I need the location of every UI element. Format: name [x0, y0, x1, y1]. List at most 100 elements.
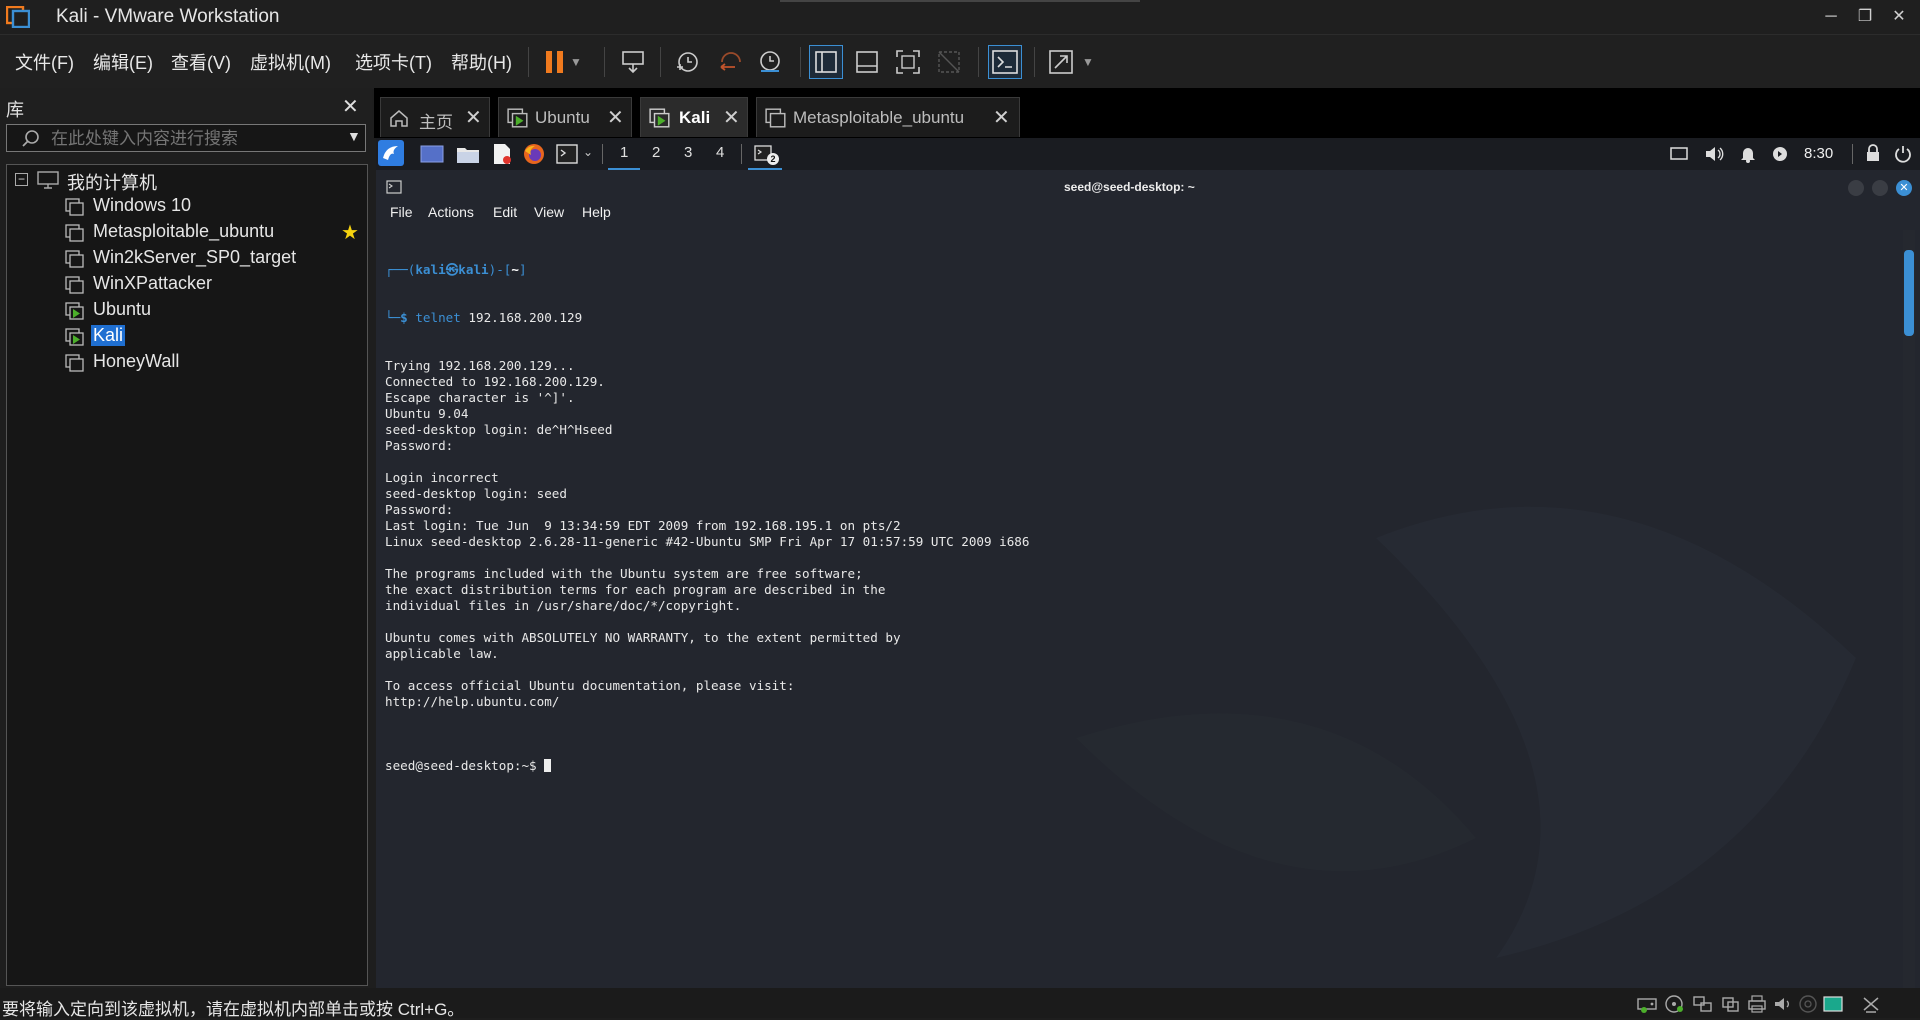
tab-label: Metasploitable_ubuntu: [793, 108, 965, 127]
terminal-menu-view[interactable]: View: [534, 204, 564, 220]
show-library-button[interactable]: [809, 45, 843, 79]
revert-snapshot-button[interactable]: [713, 45, 747, 79]
toolbar-separator: [1034, 47, 1035, 77]
tab-metasploitable[interactable]: Metasploitable_ubuntu ✕: [756, 97, 1020, 137]
terminal-close-button[interactable]: ✕: [1896, 180, 1912, 196]
power-manager-icon[interactable]: [1772, 146, 1788, 162]
power-dropdown-button[interactable]: ▼: [566, 45, 586, 79]
snapshot-manager-button[interactable]: [753, 45, 787, 79]
terminal-line: the exact distribution terms for each pr…: [385, 582, 886, 597]
clock-snapshot-icon: [677, 52, 698, 72]
workspace-2[interactable]: 2: [640, 138, 672, 170]
menu-edit[interactable]: 编辑(E): [93, 49, 153, 75]
lock-screen-icon[interactable]: [1865, 144, 1881, 162]
prompt-line-1: ┌──(kali㉿kali)-[~]: [385, 262, 527, 277]
toolbar-separator: [604, 47, 605, 77]
terminal-menu-file[interactable]: File: [390, 204, 413, 220]
collapse-toggle-icon[interactable]: −: [15, 173, 28, 186]
menu-view[interactable]: 查看(V): [171, 49, 231, 75]
menu-file[interactable]: 文件(F): [15, 49, 74, 75]
usb-device-icon[interactable]: [1720, 994, 1742, 1014]
terminal-maximize-button[interactable]: [1872, 180, 1888, 196]
sound-card-icon[interactable]: [1772, 994, 1794, 1014]
library-close-button[interactable]: ✕: [342, 94, 359, 119]
snapshot-button[interactable]: [670, 45, 704, 79]
tab-close-icon[interactable]: ✕: [465, 105, 482, 130]
bottom-panel-icon: [856, 51, 878, 73]
show-thumbnail-bar-button[interactable]: [850, 45, 884, 79]
display-status-icon[interactable]: [1822, 994, 1844, 1014]
terminal-line: Password:: [385, 502, 454, 517]
workspace-3[interactable]: 3: [672, 138, 704, 170]
text-editor-icon[interactable]: [491, 143, 513, 165]
panel-separator: [741, 144, 742, 164]
close-window-button[interactable]: ✕: [1876, 4, 1920, 30]
terminal-line: Last login: Tue Jun 9 13:34:59 EDT 2009 …: [385, 518, 901, 533]
workspace-1[interactable]: 1: [608, 138, 640, 170]
panel-clock[interactable]: 8:30: [1804, 145, 1833, 162]
search-dropdown-icon[interactable]: ▼: [347, 128, 361, 144]
sidebar-layout-icon: [815, 51, 837, 73]
stretch-guest-button[interactable]: [1044, 45, 1078, 79]
menu-toolbar: 文件(F) 编辑(E) 查看(V) 虚拟机(M) 选项卡(T) 帮助(H) ▼ …: [0, 34, 1920, 89]
printer-icon[interactable]: [1746, 994, 1768, 1014]
cd-dvd-icon[interactable]: [1664, 994, 1686, 1014]
volume-icon[interactable]: [1704, 145, 1724, 163]
vm-label: WinXPattacker: [93, 273, 213, 293]
hard-disk-icon[interactable]: [1636, 994, 1658, 1014]
terminal-menu-help[interactable]: Help: [582, 204, 611, 220]
network-adapter-icon[interactable]: [1692, 994, 1714, 1014]
keyboard-send-icon: [622, 51, 644, 74]
tab-close-icon[interactable]: ✕: [993, 105, 1010, 130]
console-view-button[interactable]: [988, 45, 1022, 79]
terminal-menu-actions[interactable]: Actions: [428, 204, 474, 220]
terminal-line: Connected to 192.168.200.129.: [385, 374, 605, 389]
prompt-user: kali: [415, 262, 446, 277]
terminal-output[interactable]: ┌──(kali㉿kali)-[~] └─$ telnet 192.168.20…: [385, 230, 1885, 790]
unity-button[interactable]: [932, 45, 966, 79]
tab-close-icon[interactable]: ✕: [723, 105, 740, 130]
file-manager-icon[interactable]: [456, 144, 480, 164]
workspace-4[interactable]: 4: [704, 138, 736, 170]
terminal-scrollbar-thumb[interactable]: [1904, 250, 1914, 336]
library-search-box[interactable]: ▼: [6, 124, 366, 152]
prompt-line-2: └─$ telnet 192.168.200.129: [385, 310, 583, 325]
tab-kali-active[interactable]: Kali ✕: [640, 97, 748, 137]
tab-close-icon[interactable]: ✕: [607, 105, 624, 130]
disconnect-icon[interactable]: [1860, 994, 1882, 1014]
vm-running-icon: [649, 108, 670, 128]
launcher-dropdown-icon[interactable]: ⌄: [583, 145, 593, 159]
notification-bell-icon[interactable]: [1740, 145, 1756, 163]
tab-home[interactable]: 主页 ✕: [380, 97, 490, 137]
library-header: [0, 88, 372, 120]
kali-menu-button[interactable]: [378, 140, 404, 166]
minimize-icon: ─: [1825, 8, 1837, 25]
menu-vm[interactable]: 虚拟机(M): [250, 49, 331, 75]
show-desktop-icon[interactable]: [420, 145, 444, 163]
toolbar-separator: [978, 47, 979, 77]
menu-tabs[interactable]: 选项卡(T): [355, 49, 432, 75]
firefox-icon[interactable]: [523, 143, 545, 165]
menu-help[interactable]: 帮助(H): [451, 49, 512, 75]
logout-icon[interactable]: [1894, 145, 1912, 163]
floppy-icon[interactable]: [1797, 994, 1819, 1014]
chevron-down-icon: ▼: [1082, 55, 1094, 69]
terminal-line: Login incorrect: [385, 470, 499, 485]
send-ctrl-alt-del-button[interactable]: [616, 45, 650, 79]
taskbar-terminal-group[interactable]: 2: [748, 138, 782, 170]
panel-separator: [602, 144, 603, 164]
display-icon[interactable]: [1670, 146, 1688, 162]
terminal-launcher-icon[interactable]: [556, 144, 578, 164]
terminal-line: seed-desktop login: de^H^Hseed: [385, 422, 613, 437]
tab-ubuntu[interactable]: Ubuntu ✕: [498, 97, 632, 137]
prompt-at: ㉿: [445, 262, 459, 277]
library-search-input[interactable]: [49, 127, 333, 151]
prompt-host: kali: [458, 262, 489, 277]
terminal-scroll-track[interactable]: [1903, 230, 1915, 990]
stretch-dropdown-button[interactable]: ▼: [1078, 45, 1098, 79]
terminal-menu-edit[interactable]: Edit: [493, 204, 517, 220]
tree-vm-metasploitable[interactable]: Metasploitable_ubuntu ★: [65, 221, 365, 245]
terminal-minimize-button[interactable]: [1848, 180, 1864, 196]
full-screen-button[interactable]: [891, 45, 925, 79]
